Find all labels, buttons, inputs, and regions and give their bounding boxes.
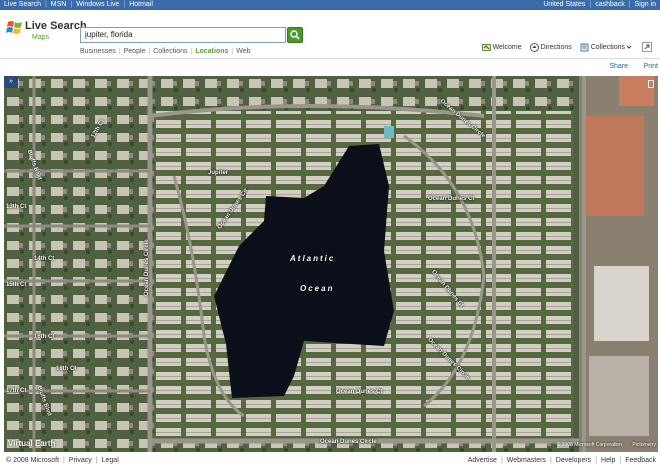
logo-title: Live Search [25, 20, 87, 32]
scope-locations[interactable]: Locations [195, 48, 228, 55]
directions-button[interactable]: Directions [529, 42, 572, 52]
map-label-14th-ct: 14th Ct [34, 256, 55, 262]
map-label-ocean-dunes-ct-right: Ocean Dunes Ct [428, 196, 475, 202]
scope-collections[interactable]: Collections [153, 48, 187, 55]
map-label-15th-ct: 15th Ct [6, 282, 27, 288]
search-button[interactable] [287, 27, 303, 43]
live-search-logo[interactable]: Live Search Maps [6, 18, 87, 48]
search-icon [290, 30, 300, 40]
header: Live Search Maps jupiter, florida Busine… [0, 10, 660, 58]
map-label-ocean-dunes-ct-bottom: Ocean Dunes Ct [336, 389, 383, 395]
directions-icon [529, 42, 539, 52]
more-options-button[interactable] [642, 42, 654, 52]
top-link-sign-in[interactable]: Sign in [635, 0, 656, 10]
footer-link-legal[interactable]: Legal [102, 456, 119, 466]
footer-copyright: © 2008 Microsoft [6, 457, 60, 464]
footer-link-help[interactable]: Help [601, 456, 615, 466]
top-nav-right: United States | cashback | Sign in [543, 0, 656, 10]
map-label-ocean-dunes-circle-bottom: Ocean Dunes Circle [320, 439, 377, 445]
top-link-windows-live[interactable]: Windows Live [76, 0, 119, 10]
welcome-label: Welcome [492, 43, 522, 51]
top-link-hotmail[interactable]: Hotmail [129, 0, 153, 10]
share-bar: Share Print [0, 59, 660, 76]
map-label-16th-ct: 16th Ct [34, 334, 55, 340]
map-label-17th-ct: 17th Ct [6, 388, 27, 394]
windows-flag-icon [6, 21, 22, 34]
welcome-button[interactable]: Welcome [481, 43, 522, 52]
footer-link-advertise[interactable]: Advertise [468, 456, 497, 466]
collections-button[interactable]: Collections [580, 43, 634, 52]
aerial-imagery [4, 76, 658, 452]
map-label-13th-ct: 13th Ct [6, 204, 27, 210]
chevron-down-icon [626, 45, 632, 49]
footer-link-feedback[interactable]: Feedback [625, 456, 656, 466]
map-label-atlantic: Atlantic [290, 254, 336, 263]
top-link-live-search[interactable]: Live Search [4, 0, 41, 10]
share-arrow-icon [642, 42, 652, 52]
welcome-icon [481, 43, 491, 51]
footer-link-developers[interactable]: Developers [556, 456, 591, 466]
print-link[interactable]: Print [644, 63, 658, 70]
map-tools: Welcome Directions Collections [474, 42, 654, 52]
pictometry-credit: Pictometry [632, 442, 656, 448]
top-nav-bar: Live Search | MSN | Windows Live | Hotma… [0, 0, 660, 10]
map-panel-toggle[interactable]: » [4, 76, 18, 88]
share-link[interactable]: Share [609, 63, 628, 70]
footer: © 2008 Microsoft | Privacy | Legal Adver… [6, 456, 656, 466]
collections-label: Collections [590, 43, 625, 51]
logo-subtitle: Maps [32, 34, 50, 41]
search-input[interactable]: jupiter, florida [80, 27, 286, 43]
map-copyright: © 2008 Microsoft Corporation [556, 442, 622, 448]
virtual-earth-logo: Virtual Earth [8, 439, 56, 448]
map-scroll-control[interactable] [648, 80, 654, 88]
search-scopes: Businesses | People | Collections | Loca… [80, 48, 251, 55]
map-label-18th-ct: 18th Ct [56, 366, 77, 372]
map-label-ocean-dunes-circle-left: Ocean Dunes Circle [144, 239, 150, 296]
scope-web[interactable]: Web [236, 48, 250, 55]
map-label-jupiter: Jupiter [208, 170, 229, 176]
collections-icon [580, 43, 589, 51]
top-link-cashback[interactable]: cashback [595, 0, 625, 10]
map-label-ocean: Ocean [300, 284, 335, 293]
scope-people[interactable]: People [124, 48, 146, 55]
top-nav-left: Live Search | MSN | Windows Live | Hotma… [4, 0, 153, 10]
top-link-msn[interactable]: MSN [51, 0, 67, 10]
directions-label: Directions [540, 43, 572, 51]
footer-link-privacy[interactable]: Privacy [69, 456, 92, 466]
scope-businesses[interactable]: Businesses [80, 48, 116, 55]
footer-link-webmasters[interactable]: Webmasters [507, 456, 546, 466]
map-canvas[interactable]: » Jupiter Atlantic Ocean Ocean Dunes Cir… [4, 76, 658, 452]
top-link-region[interactable]: United States [543, 0, 585, 10]
